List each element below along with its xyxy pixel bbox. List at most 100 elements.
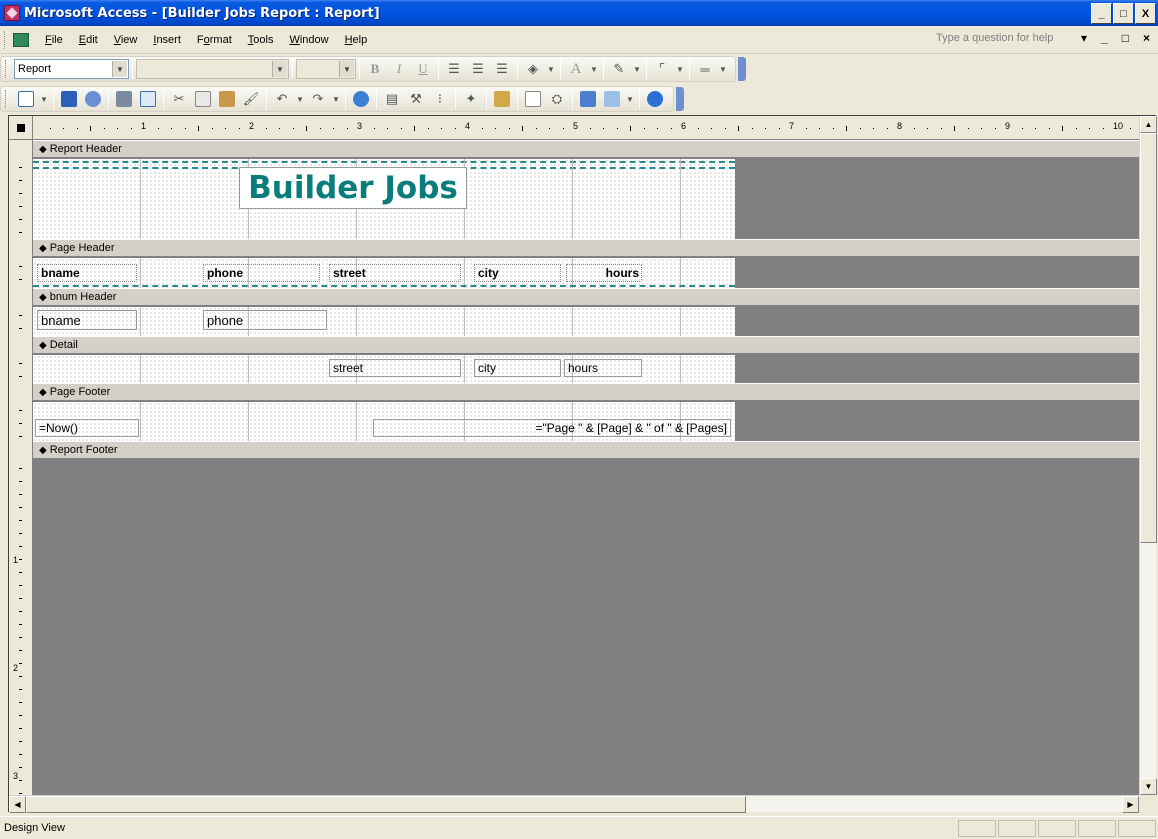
- object-select[interactable]: Report ▼: [14, 59, 129, 79]
- vertical-ruler[interactable]: 1 2 3: [9, 140, 33, 795]
- toolbar-grip[interactable]: [5, 90, 8, 108]
- section-bar-report-footer[interactable]: ◆ Report Footer: [33, 441, 1139, 459]
- help-icon[interactable]: [644, 88, 666, 110]
- section-bar-bnum-header[interactable]: ◆ bnum Header: [33, 288, 1139, 306]
- database-window-icon[interactable]: [577, 88, 599, 110]
- label-street[interactable]: street: [329, 264, 461, 282]
- italic-button[interactable]: I: [388, 58, 410, 80]
- menu-help[interactable]: Help: [337, 34, 376, 46]
- chevron-down-icon[interactable]: ▼: [632, 58, 642, 80]
- field-hours[interactable]: hours: [564, 359, 642, 377]
- close-button[interactable]: X: [1135, 3, 1156, 24]
- menu-insert[interactable]: Insert: [145, 34, 189, 46]
- properties-icon[interactable]: [522, 88, 544, 110]
- report-title-label[interactable]: Builder Jobs: [239, 167, 467, 209]
- chevron-down-icon[interactable]: ▼: [718, 58, 728, 80]
- copy-icon[interactable]: [192, 88, 214, 110]
- label-bname[interactable]: bname: [37, 264, 137, 282]
- field-city[interactable]: city: [474, 359, 561, 377]
- doc-close-button[interactable]: ×: [1143, 31, 1150, 45]
- special-effect-icon[interactable]: ⌜: [651, 58, 673, 80]
- menubar-grip[interactable]: [4, 30, 7, 49]
- label-phone[interactable]: phone: [203, 264, 320, 282]
- line-color-icon[interactable]: ✎: [608, 58, 630, 80]
- chevron-down-icon[interactable]: ▼: [272, 61, 287, 77]
- horizontal-ruler[interactable]: 1 2 3 4 5 6 7 8 9 10: [33, 116, 1139, 140]
- bold-button[interactable]: B: [364, 58, 386, 80]
- label-city[interactable]: city: [474, 264, 561, 282]
- field-street[interactable]: street: [329, 359, 461, 377]
- align-right-icon[interactable]: ☰: [491, 58, 513, 80]
- undo-icon[interactable]: ↶: [271, 88, 293, 110]
- minimize-button[interactable]: _: [1091, 3, 1112, 24]
- scroll-up-icon[interactable]: ▲: [1140, 116, 1157, 133]
- field-now[interactable]: =Now(): [35, 419, 139, 437]
- chevron-down-icon[interactable]: ▼: [589, 58, 599, 80]
- detail-body[interactable]: street city hours: [33, 355, 735, 383]
- bnum-header-body[interactable]: bname phone: [33, 307, 735, 336]
- save-icon[interactable]: [58, 88, 80, 110]
- page-header-body[interactable]: bname phone street city hours: [33, 258, 735, 288]
- align-left-icon[interactable]: ☰: [443, 58, 465, 80]
- report-doc-icon[interactable]: [13, 32, 29, 47]
- field-phone[interactable]: phone: [203, 310, 327, 330]
- toolbar-options-handle[interactable]: [676, 87, 684, 111]
- chevron-down-icon[interactable]: ▼: [546, 58, 556, 80]
- sorting-grouping-icon[interactable]: ⁝: [429, 88, 451, 110]
- chevron-down-icon[interactable]: ▼: [675, 58, 685, 80]
- menu-tools[interactable]: Tools: [240, 34, 282, 46]
- help-dropdown-icon[interactable]: ▾: [1081, 31, 1087, 45]
- underline-button[interactable]: U: [412, 58, 434, 80]
- vertical-scrollbar[interactable]: ▲ ▼: [1139, 116, 1157, 795]
- build-icon[interactable]: ⛭: [546, 88, 568, 110]
- menu-edit[interactable]: Edit: [71, 34, 106, 46]
- search-icon[interactable]: [82, 88, 104, 110]
- section-bar-page-footer[interactable]: ◆ Page Footer: [33, 383, 1139, 401]
- font-size-select[interactable]: ▼: [296, 59, 356, 79]
- horizontal-scroll-thumb[interactable]: [26, 796, 746, 813]
- print-preview-icon[interactable]: [137, 88, 159, 110]
- section-bar-detail[interactable]: ◆ Detail: [33, 336, 1139, 354]
- redo-icon[interactable]: ↷: [307, 88, 329, 110]
- horizontal-scrollbar[interactable]: ◀ ▶: [9, 795, 1139, 813]
- report-header-body[interactable]: Builder Jobs: [33, 159, 735, 239]
- chevron-down-icon[interactable]: ▼: [295, 88, 305, 110]
- menu-view[interactable]: View: [106, 34, 146, 46]
- field-page-number[interactable]: ="Page " & [Page] & " of " & [Pages]: [373, 419, 731, 437]
- doc-restore-button[interactable]: □: [1122, 31, 1129, 45]
- section-bar-page-header[interactable]: ◆ Page Header: [33, 239, 1139, 257]
- toolbar-options-handle[interactable]: [738, 57, 746, 81]
- fill-color-icon[interactable]: ◈: [522, 58, 544, 80]
- new-object-icon[interactable]: [601, 88, 623, 110]
- toolbar-grip[interactable]: [5, 60, 8, 78]
- paste-icon[interactable]: [216, 88, 238, 110]
- report-selector[interactable]: [9, 116, 33, 140]
- label-hours[interactable]: hours: [566, 264, 642, 282]
- chevron-down-icon[interactable]: ▼: [339, 61, 354, 77]
- cut-icon[interactable]: ✂: [168, 88, 190, 110]
- view-icon[interactable]: [15, 88, 37, 110]
- align-center-icon[interactable]: ☰: [467, 58, 489, 80]
- scroll-left-icon[interactable]: ◀: [9, 796, 26, 813]
- access-app-icon[interactable]: [4, 5, 20, 21]
- scroll-right-icon[interactable]: ▶: [1122, 796, 1139, 813]
- field-list-icon[interactable]: ▤: [381, 88, 403, 110]
- doc-minimize-button[interactable]: _: [1101, 31, 1108, 45]
- scroll-down-icon[interactable]: ▼: [1140, 778, 1157, 795]
- font-color-button[interactable]: A: [565, 58, 587, 80]
- chevron-down-icon[interactable]: ▼: [625, 88, 635, 110]
- code-icon[interactable]: [491, 88, 513, 110]
- print-icon[interactable]: [113, 88, 135, 110]
- chevron-down-icon[interactable]: ▼: [331, 88, 341, 110]
- format-painter-icon[interactable]: 🖌: [240, 88, 262, 110]
- menu-format[interactable]: Format: [189, 34, 240, 46]
- chevron-down-icon[interactable]: ▼: [112, 61, 127, 77]
- help-question-box[interactable]: Type a question for help: [936, 32, 1086, 49]
- line-width-icon[interactable]: ═: [694, 58, 716, 80]
- page-footer-body[interactable]: =Now() ="Page " & [Page] & " of " & [Pag…: [33, 402, 735, 441]
- maximize-button[interactable]: □: [1113, 3, 1134, 24]
- font-name-select[interactable]: ▼: [136, 59, 289, 79]
- hyperlink-icon[interactable]: [350, 88, 372, 110]
- menu-window[interactable]: Window: [281, 34, 336, 46]
- menu-file[interactable]: File: [37, 34, 71, 46]
